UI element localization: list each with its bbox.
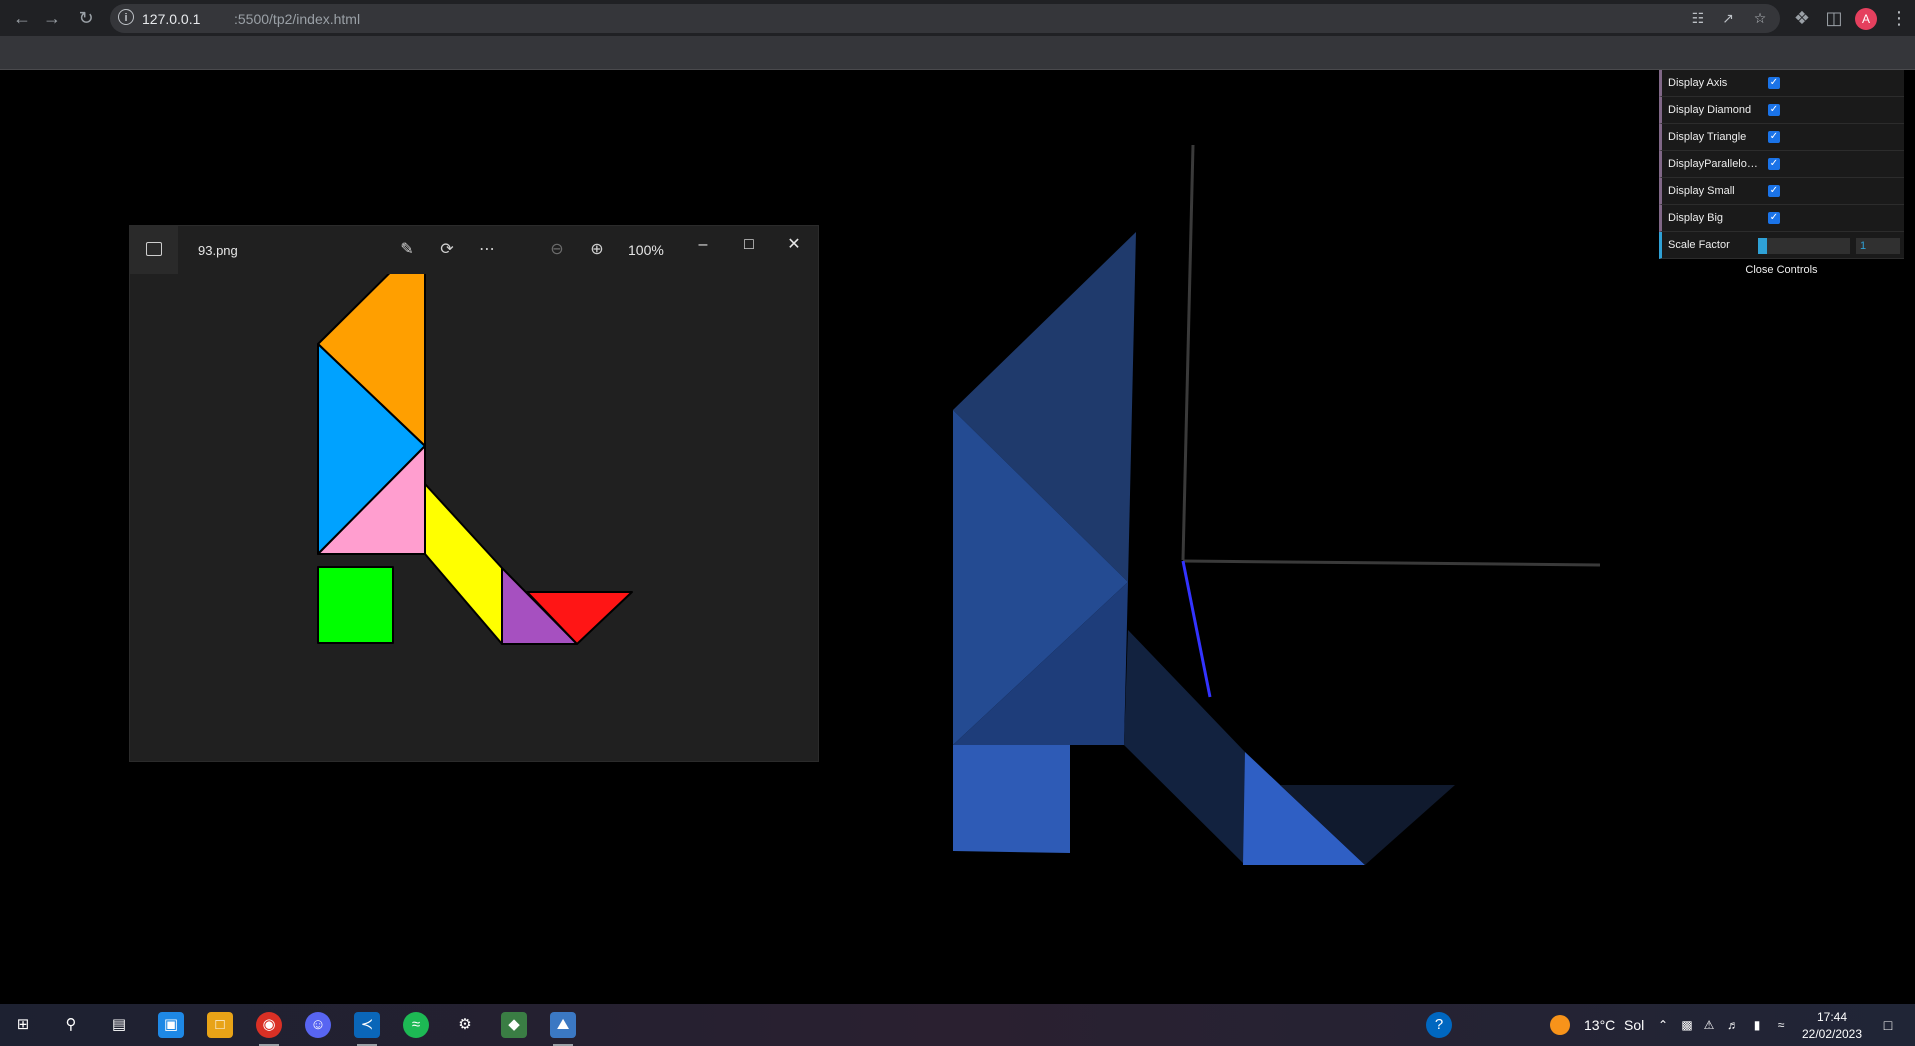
extensions-icon[interactable]: ❖ bbox=[1790, 6, 1814, 30]
close-controls-button[interactable]: Close Controls bbox=[1659, 259, 1904, 282]
yellow-parallelogram bbox=[424, 483, 503, 645]
vscode-icon[interactable]: ≺ bbox=[354, 1012, 380, 1038]
back-icon[interactable]: ← bbox=[10, 6, 34, 30]
scale-factor-control[interactable]: Scale Factor 1 bbox=[1659, 232, 1904, 259]
wifi-icon[interactable]: ≈ bbox=[1772, 1012, 1790, 1038]
minimize-button[interactable]: – bbox=[688, 233, 718, 257]
rotate-icon[interactable]: ⟳ bbox=[434, 238, 460, 262]
weather-description[interactable]: Sol bbox=[1624, 1017, 1644, 1033]
control-checkbox[interactable]: ✓ bbox=[1768, 104, 1780, 116]
notification-icon[interactable]: □ bbox=[1878, 1012, 1898, 1038]
forward-icon[interactable]: → bbox=[40, 6, 64, 30]
control-row-5[interactable]: Display Big ✓ bbox=[1659, 205, 1904, 232]
y-axis-line bbox=[1181, 144, 1195, 561]
search-icon[interactable]: ⚲ bbox=[58, 1012, 84, 1038]
url-host: 127.0.0.1 bbox=[142, 11, 201, 27]
z-axis-line bbox=[1181, 560, 1212, 698]
green-square bbox=[317, 566, 394, 644]
control-label: Display Triangle bbox=[1668, 131, 1747, 143]
control-row-3[interactable]: DisplayParallelogram ✓ bbox=[1659, 151, 1904, 178]
control-checkbox[interactable]: ✓ bbox=[1768, 158, 1780, 170]
photos-app-button[interactable] bbox=[130, 226, 178, 274]
weather-temp[interactable]: 13°C bbox=[1584, 1017, 1615, 1033]
scale-factor-slider[interactable] bbox=[1758, 238, 1850, 254]
control-row-1[interactable]: Display Diamond ✓ bbox=[1659, 97, 1904, 124]
clock-date[interactable]: 22/02/2023 bbox=[1792, 1027, 1872, 1041]
x-axis-line bbox=[1182, 559, 1601, 567]
tangram-image bbox=[317, 274, 633, 645]
translate-icon[interactable]: ☷ bbox=[1688, 10, 1708, 28]
control-checkbox[interactable]: ✓ bbox=[1768, 212, 1780, 224]
info-icon[interactable]: i bbox=[118, 9, 134, 25]
battery-icon[interactable]: ▮ bbox=[1748, 1012, 1766, 1038]
spotify-icon[interactable]: ≈ bbox=[403, 1012, 429, 1038]
zoom-in-icon[interactable]: ⊕ bbox=[584, 238, 610, 262]
discord-icon[interactable]: ☺ bbox=[305, 1012, 331, 1038]
photos-viewer-window[interactable]: 93.png ✎ ⟳ ⋯ ⊖ ⊕ 100% – □ ✕ bbox=[129, 225, 819, 762]
avatar[interactable]: A bbox=[1855, 8, 1877, 30]
control-row-0[interactable]: Display Axis ✓ bbox=[1659, 70, 1904, 97]
close-button[interactable]: ✕ bbox=[779, 233, 809, 257]
windows-start-icon[interactable]: ⊞ bbox=[10, 1012, 36, 1038]
photos-taskbar-icon[interactable]: ⛰ bbox=[550, 1012, 576, 1038]
control-checkbox[interactable]: ✓ bbox=[1768, 185, 1780, 197]
taskbar: ⊞ ⚲ ▤ ▣ □ ◉ ☺ ≺ ≈ ⚙ ◆ ⛰ ? 13°C Sol ⌃ ▩ ⚠… bbox=[0, 1004, 1915, 1046]
control-label: Display Small bbox=[1668, 185, 1735, 197]
control-checkbox[interactable]: ✓ bbox=[1768, 77, 1780, 89]
volume-icon[interactable]: ♬ bbox=[1724, 1012, 1742, 1038]
control-label: Display Diamond bbox=[1668, 104, 1752, 116]
chrome-icon[interactable]: ◉ bbox=[256, 1012, 282, 1038]
control-label: Display Axis bbox=[1668, 77, 1728, 89]
controls-panel: Display Axis ✓ Display Diamond ✓ Display Tri… bbox=[1659, 70, 1904, 282]
tray-app-icon[interactable]: ▩ bbox=[1678, 1012, 1696, 1038]
file-name: 93.png bbox=[198, 243, 238, 258]
control-label: DisplayParallelogram bbox=[1668, 158, 1758, 170]
git-icon[interactable]: ◆ bbox=[501, 1012, 527, 1038]
bookmarks-bar bbox=[0, 36, 1915, 70]
scale-factor-input[interactable]: 1 bbox=[1856, 238, 1900, 254]
help-icon[interactable]: ? bbox=[1426, 1012, 1452, 1038]
sidepanel-icon[interactable]: ◫ bbox=[1822, 6, 1846, 30]
maximize-button[interactable]: □ bbox=[734, 233, 764, 257]
zoom-out-icon[interactable]: ⊖ bbox=[544, 238, 570, 262]
browser-toolbar: ← → ↻ i 127.0.0.1 :5500/tp2/index.html ☷… bbox=[0, 0, 1915, 36]
photos-icon bbox=[146, 242, 162, 256]
clock-time[interactable]: 17:44 bbox=[1792, 1010, 1872, 1024]
tray-chevron-icon[interactable]: ⌃ bbox=[1654, 1012, 1672, 1038]
edit-image-icon[interactable]: ✎ bbox=[394, 238, 420, 262]
settings-icon[interactable]: ⚙ bbox=[452, 1012, 478, 1038]
store-icon[interactable]: ▣ bbox=[158, 1012, 184, 1038]
zoom-level: 100% bbox=[628, 242, 664, 258]
network-error-icon[interactable]: ⚠ bbox=[1700, 1012, 1718, 1038]
menu-icon[interactable]: ⋮ bbox=[1890, 6, 1908, 30]
task-view-icon[interactable]: ▤ bbox=[106, 1012, 132, 1038]
control-row-2[interactable]: Display Triangle ✓ bbox=[1659, 124, 1904, 151]
more-options-icon[interactable]: ⋯ bbox=[474, 238, 500, 262]
star-icon[interactable]: ☆ bbox=[1750, 10, 1770, 28]
url-path: :5500/tp2/index.html bbox=[234, 11, 361, 27]
weather-icon[interactable] bbox=[1550, 1015, 1570, 1035]
address-bar[interactable]: i 127.0.0.1 :5500/tp2/index.html ☷ ↗ ☆ bbox=[110, 4, 1780, 33]
file-explorer-icon[interactable]: □ bbox=[207, 1012, 233, 1038]
parallelogram-shape bbox=[1124, 630, 1245, 865]
diamond-shape bbox=[953, 745, 1070, 853]
control-checkbox[interactable]: ✓ bbox=[1768, 131, 1780, 143]
control-label: Display Big bbox=[1668, 212, 1724, 224]
scale-factor-label: Scale Factor bbox=[1668, 239, 1730, 251]
share-icon[interactable]: ↗ bbox=[1718, 10, 1738, 28]
reload-icon[interactable]: ↻ bbox=[74, 6, 98, 30]
control-row-4[interactable]: Display Small ✓ bbox=[1659, 178, 1904, 205]
scale-factor-fill bbox=[1758, 238, 1768, 254]
